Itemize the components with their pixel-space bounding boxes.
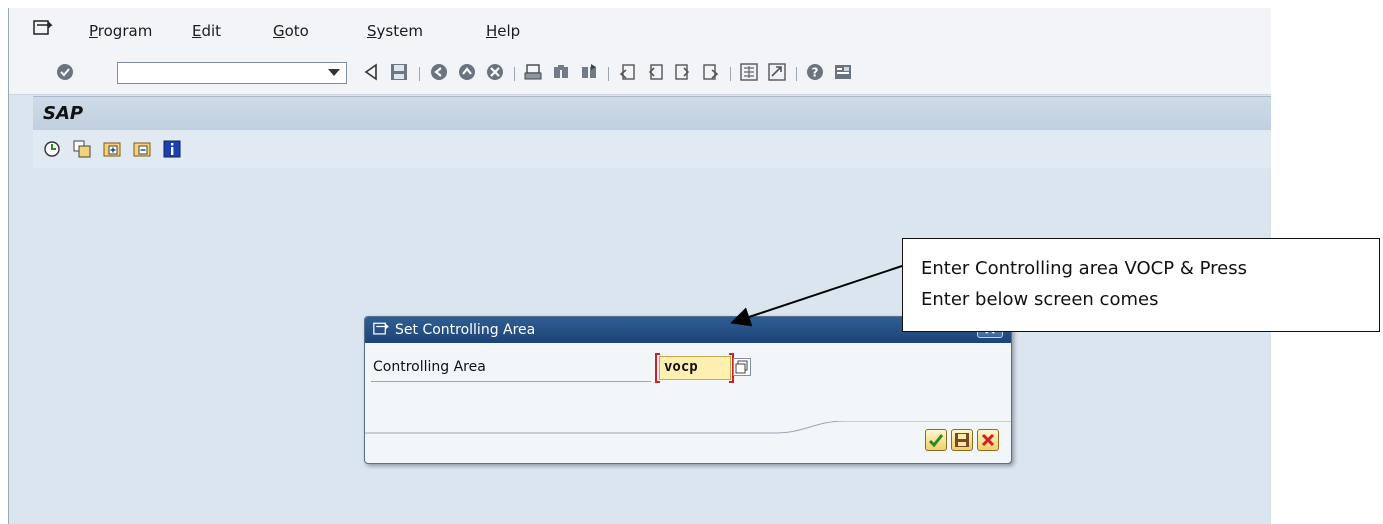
annotation-arrow [730, 265, 903, 327]
